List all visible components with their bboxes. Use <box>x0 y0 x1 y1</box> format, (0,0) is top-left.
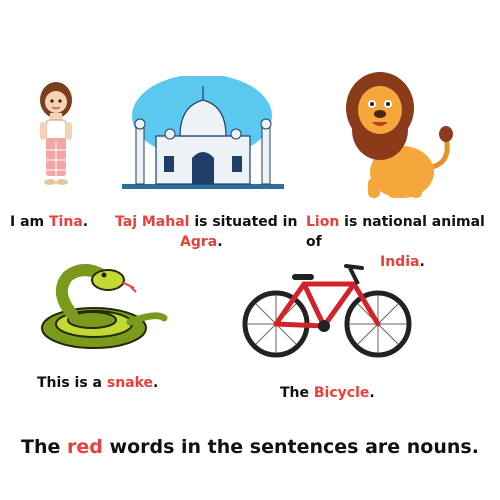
snake-illustration <box>41 264 168 349</box>
noun-agra: Agra <box>180 234 218 250</box>
taj-mahal-illustration <box>122 76 284 189</box>
caption-tina: I am Tina. <box>10 214 89 230</box>
caption-taj-mahal: Taj Mahal is situated in Agra. <box>115 214 298 250</box>
noun-taj-mahal: Taj Mahal <box>115 214 190 230</box>
noun-lion: Lion <box>306 214 340 230</box>
caption-lion: Lion is national animal of India. <box>306 214 485 270</box>
caption-snake: This is a snake. <box>37 375 159 391</box>
caption-bicycle: The Bicycle. <box>280 385 375 401</box>
girl-illustration <box>40 82 72 185</box>
noun-red: red <box>67 436 103 458</box>
noun-snake: snake <box>106 375 154 391</box>
bicycle-illustration <box>242 264 412 358</box>
noun-tina: Tina <box>49 214 83 230</box>
lion-illustration <box>346 72 453 198</box>
noun-bicycle: Bicycle <box>313 385 370 401</box>
noun-india: India <box>380 254 420 270</box>
summary-sentence: The red words in the sentences are nouns… <box>21 436 479 458</box>
